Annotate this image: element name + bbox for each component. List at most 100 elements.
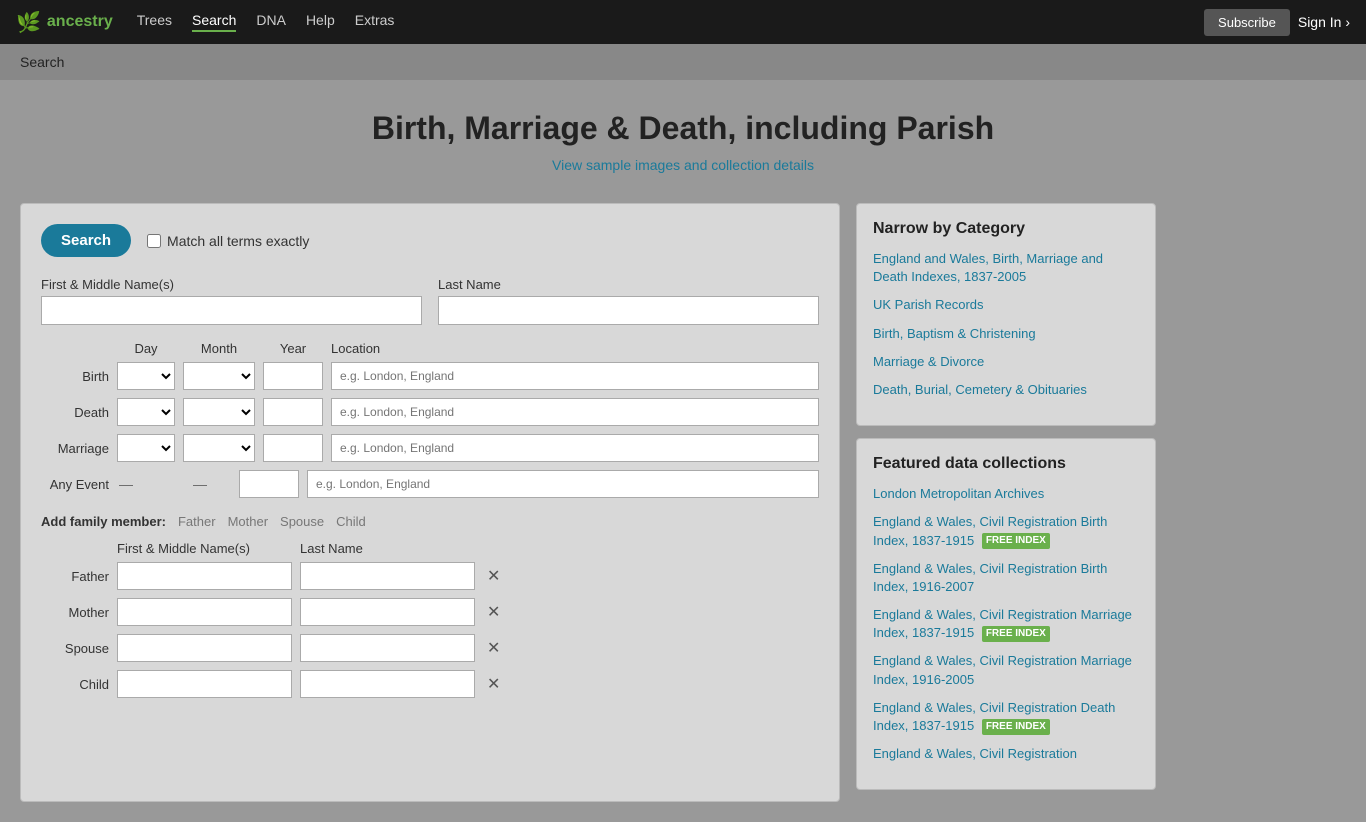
nav-dna[interactable]: DNA bbox=[256, 12, 286, 32]
mother-label: Mother bbox=[41, 605, 109, 620]
featured-link-1[interactable]: England & Wales, Civil Registration Birt… bbox=[873, 513, 1139, 549]
father-label: Father bbox=[41, 569, 109, 584]
spouse-label: Spouse bbox=[41, 641, 109, 656]
spouse-first-name-input[interactable] bbox=[117, 634, 292, 662]
mother-last-name-input[interactable] bbox=[300, 598, 475, 626]
spouse-last-name-input[interactable] bbox=[300, 634, 475, 662]
featured-section: Featured data collections London Metropo… bbox=[856, 438, 1156, 790]
mother-remove-button[interactable]: ✕ bbox=[483, 602, 504, 622]
spouse-row: Spouse ✕ bbox=[41, 634, 819, 662]
search-panel: Search Match all terms exactly First & M… bbox=[20, 203, 840, 802]
any-event-dash2: — bbox=[191, 476, 209, 492]
narrow-link-1[interactable]: UK Parish Records bbox=[873, 296, 1139, 314]
match-exact-checkbox[interactable] bbox=[147, 234, 161, 248]
any-event-label: Any Event bbox=[41, 477, 109, 492]
main-content: Search Match all terms exactly First & M… bbox=[0, 193, 1366, 822]
mother-first-name-input[interactable] bbox=[117, 598, 292, 626]
narrow-link-0[interactable]: England and Wales, Birth, Marriage and D… bbox=[873, 250, 1139, 286]
page-subtitle-link[interactable]: View sample images and collection detail… bbox=[552, 157, 814, 173]
family-add-label: Add family member: bbox=[41, 514, 166, 529]
father-last-name-input[interactable] bbox=[300, 562, 475, 590]
add-mother-link[interactable]: Mother bbox=[228, 514, 268, 529]
birth-label: Birth bbox=[41, 369, 109, 384]
last-name-label: Last Name bbox=[438, 277, 819, 292]
child-label: Child bbox=[41, 677, 109, 692]
free-index-badge-3: FREE INDEX bbox=[982, 626, 1050, 642]
father-first-name-input[interactable] bbox=[117, 562, 292, 590]
marriage-month-select[interactable]: JanFebMarApr MayJunJulAug SepOctNovDec bbox=[183, 434, 255, 462]
death-day-select[interactable]: 151015202531 bbox=[117, 398, 175, 426]
search-button[interactable]: Search bbox=[41, 224, 131, 257]
page-subtitle: View sample images and collection detail… bbox=[20, 157, 1346, 173]
narrow-link-4[interactable]: Death, Burial, Cemetery & Obituaries bbox=[873, 381, 1139, 399]
events-headers: Day Month Year Location bbox=[41, 341, 819, 356]
location-header: Location bbox=[331, 341, 819, 356]
last-name-group: Last Name bbox=[438, 277, 819, 325]
nav-extras[interactable]: Extras bbox=[355, 12, 395, 32]
featured-link-6[interactable]: England & Wales, Civil Registration bbox=[873, 745, 1139, 763]
child-row: Child ✕ bbox=[41, 670, 819, 698]
subscribe-button[interactable]: Subscribe bbox=[1204, 9, 1290, 36]
first-name-group: First & Middle Name(s) bbox=[41, 277, 422, 325]
nav-links: Trees Search DNA Help Extras bbox=[137, 12, 395, 32]
signin-button[interactable]: Sign In › bbox=[1298, 14, 1350, 30]
add-child-link[interactable]: Child bbox=[336, 514, 366, 529]
featured-link-0[interactable]: London Metropolitan Archives bbox=[873, 485, 1139, 503]
death-year-input[interactable] bbox=[263, 398, 323, 426]
child-first-name-input[interactable] bbox=[117, 670, 292, 698]
birth-location-input[interactable] bbox=[331, 362, 819, 390]
marriage-year-input[interactable] bbox=[263, 434, 323, 462]
marriage-label: Marriage bbox=[41, 441, 109, 456]
birth-event-row: Birth 12345 678910 1520253031 JanFebMarA… bbox=[41, 362, 819, 390]
narrow-link-2[interactable]: Birth, Baptism & Christening bbox=[873, 325, 1139, 343]
last-name-input[interactable] bbox=[438, 296, 819, 325]
family-cols-header: First & Middle Name(s) Last Name bbox=[41, 541, 819, 556]
nav-trees[interactable]: Trees bbox=[137, 12, 172, 32]
narrow-link-3[interactable]: Marriage & Divorce bbox=[873, 353, 1139, 371]
any-event-dash1: — bbox=[117, 476, 135, 492]
family-section: Add family member: Father Mother Spouse … bbox=[41, 514, 819, 698]
nav-help[interactable]: Help bbox=[306, 12, 335, 32]
breadcrumb: Search bbox=[20, 54, 64, 70]
logo: 🌿 ancestry bbox=[16, 10, 113, 35]
featured-link-4[interactable]: England & Wales, Civil Registration Marr… bbox=[873, 652, 1139, 688]
featured-title: Featured data collections bbox=[873, 455, 1139, 473]
any-event-location-input[interactable] bbox=[307, 470, 819, 498]
child-remove-button[interactable]: ✕ bbox=[483, 674, 504, 694]
any-event-row: Any Event — — bbox=[41, 470, 819, 498]
child-last-name-input[interactable] bbox=[300, 670, 475, 698]
death-month-select[interactable]: JanFebMarApr MayJunJulAug SepOctNovDec bbox=[183, 398, 255, 426]
narrow-category-section: Narrow by Category England and Wales, Bi… bbox=[856, 203, 1156, 426]
nav-search[interactable]: Search bbox=[192, 12, 236, 32]
top-nav: 🌿 ancestry Trees Search DNA Help Extras … bbox=[0, 0, 1366, 44]
featured-link-3[interactable]: England & Wales, Civil Registration Marr… bbox=[873, 606, 1139, 642]
any-event-year-input[interactable] bbox=[239, 470, 299, 498]
page-title: Birth, Marriage & Death, including Paris… bbox=[20, 110, 1346, 147]
nav-right: Subscribe Sign In › bbox=[1204, 9, 1350, 36]
birth-month-select[interactable]: JanFebMarApr MayJunJulAug SepOctNovDec bbox=[183, 362, 255, 390]
father-remove-button[interactable]: ✕ bbox=[483, 566, 504, 586]
death-event-row: Death 151015202531 JanFebMarApr MayJunJu… bbox=[41, 398, 819, 426]
birth-day-select[interactable]: 12345 678910 1520253031 bbox=[117, 362, 175, 390]
marriage-location-input[interactable] bbox=[331, 434, 819, 462]
featured-link-2[interactable]: England & Wales, Civil Registration Birt… bbox=[873, 560, 1139, 596]
free-index-badge-1: FREE INDEX bbox=[982, 533, 1050, 549]
mother-row: Mother ✕ bbox=[41, 598, 819, 626]
year-header: Year bbox=[263, 341, 323, 356]
marriage-event-row: Marriage 151015202531 JanFebMarApr MayJu… bbox=[41, 434, 819, 462]
right-sidebar: Narrow by Category England and Wales, Bi… bbox=[856, 203, 1156, 802]
marriage-day-select[interactable]: 151015202531 bbox=[117, 434, 175, 462]
name-row: First & Middle Name(s) Last Name bbox=[41, 277, 819, 325]
match-exact-row: Match all terms exactly bbox=[147, 233, 309, 249]
page-header: Birth, Marriage & Death, including Paris… bbox=[0, 80, 1366, 193]
nav-left: 🌿 ancestry Trees Search DNA Help Extras bbox=[16, 10, 394, 35]
add-spouse-link[interactable]: Spouse bbox=[280, 514, 324, 529]
breadcrumb-bar: Search bbox=[0, 44, 1366, 80]
featured-link-5[interactable]: England & Wales, Civil Registration Deat… bbox=[873, 699, 1139, 735]
add-father-link[interactable]: Father bbox=[178, 514, 216, 529]
birth-year-input[interactable] bbox=[263, 362, 323, 390]
death-location-input[interactable] bbox=[331, 398, 819, 426]
spouse-remove-button[interactable]: ✕ bbox=[483, 638, 504, 658]
day-header: Day bbox=[117, 341, 175, 356]
first-name-input[interactable] bbox=[41, 296, 422, 325]
